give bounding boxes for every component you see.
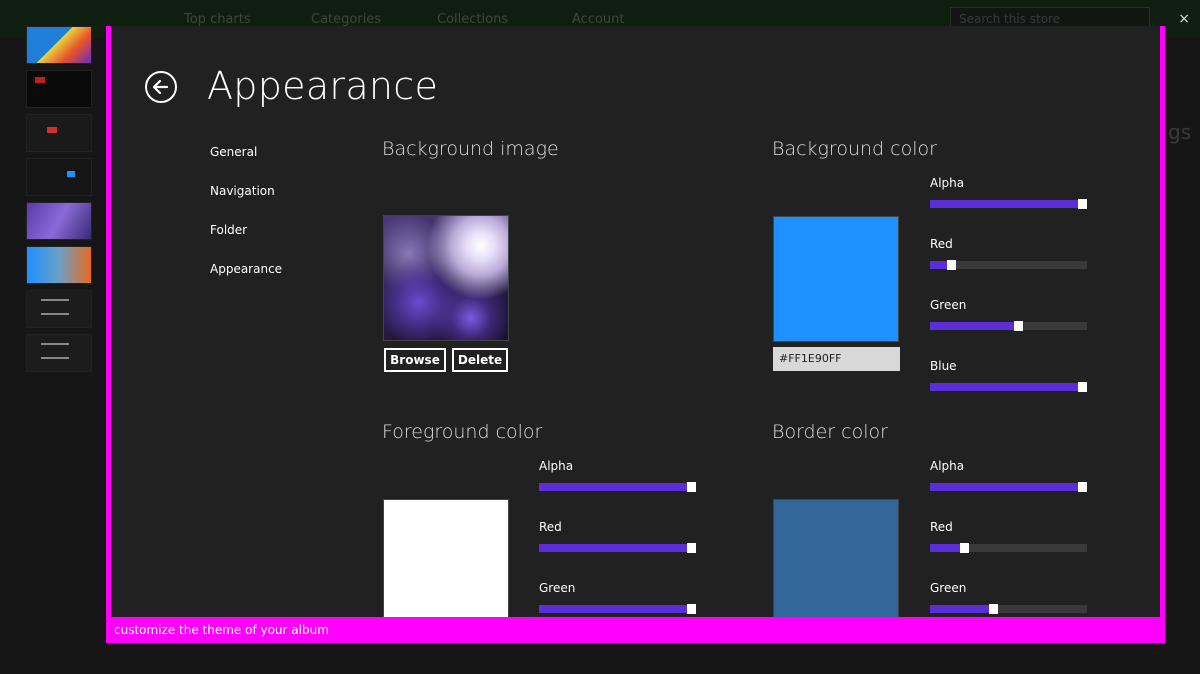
border-color-swatch bbox=[773, 499, 899, 617]
slider-fill bbox=[930, 605, 989, 613]
settings-dialog: Appearance General Navigation Folder App… bbox=[106, 26, 1165, 643]
bg-nav-categories: Categories bbox=[311, 12, 382, 27]
slider-thumb[interactable] bbox=[1078, 199, 1087, 209]
slider-fill bbox=[930, 322, 1014, 330]
slider-fill bbox=[930, 383, 1078, 391]
background-color-title: Background color bbox=[772, 138, 937, 160]
slider-thumb[interactable] bbox=[989, 604, 998, 614]
delete-button[interactable]: Delete bbox=[452, 348, 508, 372]
background-green-slider[interactable] bbox=[930, 321, 1087, 331]
bg-nav-top-charts: Top charts bbox=[184, 12, 251, 27]
bg-nav-account: Account bbox=[572, 12, 625, 27]
browse-button[interactable]: Browse bbox=[384, 348, 446, 372]
thumbnail[interactable] bbox=[26, 70, 92, 108]
background-alpha-slider[interactable] bbox=[930, 199, 1087, 209]
slider-thumb[interactable] bbox=[960, 543, 969, 553]
slider-fill bbox=[930, 261, 947, 269]
slider-thumb[interactable] bbox=[1014, 321, 1023, 331]
page-title: Appearance bbox=[207, 64, 439, 108]
slider-label-red: Red bbox=[539, 520, 562, 534]
border-alpha-slider[interactable] bbox=[930, 482, 1087, 492]
slider-label-green: Green bbox=[930, 298, 967, 312]
nav-item-navigation[interactable]: Navigation bbox=[210, 184, 275, 198]
nav-item-folder[interactable]: Folder bbox=[210, 223, 247, 237]
background-image-title: Background image bbox=[382, 138, 559, 160]
slider-thumb[interactable] bbox=[687, 543, 696, 553]
slider-label-alpha: Alpha bbox=[930, 176, 965, 190]
slider-label-green: Green bbox=[930, 581, 967, 595]
bg-partial-heading: gs bbox=[1168, 120, 1192, 144]
slider-thumb[interactable] bbox=[947, 260, 956, 270]
slider-fill bbox=[930, 544, 960, 552]
slider-fill bbox=[539, 483, 687, 491]
background-image-preview bbox=[383, 215, 509, 341]
foreground-green-slider[interactable] bbox=[539, 604, 696, 614]
slider-label-red: Red bbox=[930, 237, 953, 251]
nav-item-appearance[interactable]: Appearance bbox=[210, 262, 282, 276]
status-bar-text: customize the theme of your album bbox=[114, 623, 329, 637]
slider-thumb[interactable] bbox=[687, 604, 696, 614]
nav-item-general[interactable]: General bbox=[210, 145, 257, 159]
foreground-color-swatch bbox=[383, 499, 509, 617]
thumbnail[interactable] bbox=[26, 334, 92, 372]
background-red-slider[interactable] bbox=[930, 260, 1087, 270]
bg-nav-collections: Collections bbox=[437, 12, 509, 27]
thumbnail[interactable] bbox=[26, 158, 92, 196]
slider-thumb[interactable] bbox=[1078, 482, 1087, 492]
foreground-color-title: Foreground color bbox=[382, 421, 543, 443]
slider-fill bbox=[539, 544, 687, 552]
slider-fill bbox=[930, 483, 1078, 491]
slider-fill bbox=[930, 200, 1078, 208]
thumbnail[interactable] bbox=[26, 246, 92, 284]
slider-thumb[interactable] bbox=[1078, 382, 1087, 392]
thumbnail[interactable] bbox=[26, 290, 92, 328]
slider-label-alpha: Alpha bbox=[539, 459, 574, 473]
slider-fill bbox=[539, 605, 687, 613]
border-green-slider[interactable] bbox=[930, 604, 1087, 614]
background-color-hex-field[interactable]: #FF1E90FF bbox=[773, 347, 900, 371]
dialog-content: Appearance General Navigation Folder App… bbox=[111, 26, 1160, 617]
slider-label-red: Red bbox=[930, 520, 953, 534]
back-arrow-icon bbox=[152, 79, 169, 95]
back-button[interactable] bbox=[145, 71, 177, 103]
thumbnail[interactable] bbox=[26, 114, 92, 152]
thumbnail[interactable] bbox=[26, 26, 92, 64]
slider-label-green: Green bbox=[539, 581, 576, 595]
background-blue-slider[interactable] bbox=[930, 382, 1087, 392]
background-color-swatch bbox=[773, 216, 899, 342]
foreground-alpha-slider[interactable] bbox=[539, 482, 696, 492]
thumbnail[interactable] bbox=[26, 202, 92, 240]
close-icon[interactable]: × bbox=[1178, 12, 1190, 26]
foreground-red-slider[interactable] bbox=[539, 543, 696, 553]
slider-label-alpha: Alpha bbox=[930, 459, 965, 473]
border-red-slider[interactable] bbox=[930, 543, 1087, 553]
slider-label-blue: Blue bbox=[930, 359, 957, 373]
slider-thumb[interactable] bbox=[687, 482, 696, 492]
screenshot-thumbnail-strip bbox=[26, 26, 92, 378]
border-color-title: Border color bbox=[772, 421, 888, 443]
